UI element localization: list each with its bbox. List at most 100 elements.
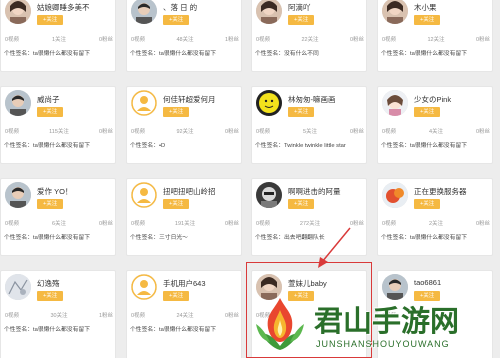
user-signature: 个性签名：•D bbox=[130, 143, 166, 149]
user-card[interactable]: 爱作 YO！ +关注 0视频 6关注 0粉丝 个性签名：ta很懒什么都没有留下 bbox=[0, 178, 116, 256]
person-photo-icon[interactable] bbox=[5, 90, 31, 116]
person-photo-icon[interactable] bbox=[131, 0, 157, 24]
user-card[interactable]: 林匆匆-嘛画画 +关注 0视频 5关注 0粉丝 个性签名：Twinkle twinkle … bbox=[251, 86, 367, 164]
follow-button[interactable]: +关注 bbox=[37, 107, 64, 117]
user-name[interactable]: 手机用户643 bbox=[163, 278, 206, 289]
follow-button[interactable]: +关注 bbox=[288, 107, 315, 117]
video-count: 0视频 bbox=[382, 37, 397, 43]
user-card[interactable]: 正在更换服务器 +关注 0视频 2关注 0粉丝 个性签名：ta很懒什么都没有留下 bbox=[377, 178, 493, 256]
default-avatar-icon[interactable] bbox=[131, 182, 157, 208]
girl-photo-icon[interactable] bbox=[256, 0, 282, 24]
video-count: 0视频 bbox=[131, 221, 146, 227]
user-name[interactable]: 少女のPink bbox=[414, 94, 451, 105]
follow-button[interactable]: +关注 bbox=[414, 199, 441, 209]
user-card[interactable]: 木小果 +关注 0视频 12关注 0粉丝 个性签名：ta很懒什么都没有留下 bbox=[377, 0, 493, 72]
user-name[interactable]: 、落 日 的 bbox=[163, 2, 197, 13]
user-card[interactable]: 姑娘卿睡多美不 +关注 0视频 1关注 0粉丝 个性签名：ta很懒什么都没有留下 bbox=[0, 0, 116, 72]
girl-photo-icon[interactable] bbox=[382, 0, 408, 24]
red-orange-icon[interactable] bbox=[382, 182, 408, 208]
default-avatar-icon[interactable] bbox=[131, 274, 157, 300]
fans-count: 0粉丝 bbox=[349, 221, 364, 227]
follow-button[interactable]: +关注 bbox=[163, 291, 190, 301]
user-card[interactable]: 何佳轩超爱何月 +关注 0视频 92关注 0粉丝 个性签名：•D bbox=[126, 86, 242, 164]
default-avatar-icon[interactable] bbox=[131, 90, 157, 116]
fans-count: 0粉丝 bbox=[98, 221, 113, 227]
user-name[interactable]: 扭吧扭吧山岭招 bbox=[163, 186, 216, 197]
flame-logo-icon bbox=[256, 298, 304, 350]
fans-count: 0粉丝 bbox=[475, 37, 490, 43]
following-count: 1关注 bbox=[51, 37, 67, 43]
user-name[interactable]: 阿滴吖 bbox=[288, 2, 311, 13]
user-card[interactable]: 阿滴吖 +关注 0视频 22关注 0粉丝 个性签名：没有什么不同 bbox=[251, 0, 367, 72]
video-count: 0视频 bbox=[256, 221, 271, 227]
watermark: 君山手游网 JUNSHANSHOUYOUWANG bbox=[248, 292, 500, 358]
girl-photo-icon[interactable] bbox=[5, 0, 31, 24]
following-count: 2关注 bbox=[428, 221, 444, 227]
user-stats: 0视频 2关注 0粉丝 bbox=[382, 219, 490, 227]
following-count: 22关注 bbox=[301, 37, 319, 43]
video-count: 0视频 bbox=[131, 37, 146, 43]
video-count: 0视频 bbox=[131, 129, 146, 135]
follow-button[interactable]: +关注 bbox=[37, 199, 64, 209]
user-name[interactable]: 姑娘卿睡多美不 bbox=[37, 2, 90, 13]
user-name[interactable]: 幻逸殇 bbox=[37, 278, 60, 289]
user-signature: 个性签名：出去吧翻翻队长 bbox=[255, 235, 325, 241]
user-stats: 0视频 1关注 0粉丝 bbox=[5, 35, 113, 43]
user-name[interactable]: 木小果 bbox=[414, 2, 437, 13]
video-count: 0视频 bbox=[131, 313, 146, 319]
fans-count: 0粉丝 bbox=[224, 313, 239, 319]
following-count: 6关注 bbox=[51, 221, 67, 227]
user-signature: 个性签名：ta很懒什么都没有留下 bbox=[4, 143, 90, 149]
follow-button[interactable]: +关注 bbox=[163, 107, 190, 117]
user-name[interactable]: tao6861 bbox=[414, 278, 441, 287]
user-stats: 0视频 5关注 0粉丝 bbox=[256, 127, 364, 135]
following-count: 5关注 bbox=[302, 129, 318, 135]
sketch-photo-icon[interactable] bbox=[5, 274, 31, 300]
user-card[interactable]: 少女のPink +关注 0视频 4关注 0粉丝 个性签名：ta很懒什么都没有留下 bbox=[377, 86, 493, 164]
user-name[interactable]: 林匆匆-嘛画画 bbox=[288, 94, 336, 105]
user-card[interactable]: 手机用户643 +关注 0视频 24关注 0粉丝 个性签名：ta很懒什么都没有留下 bbox=[126, 270, 242, 358]
user-stats: 0视频 22关注 0粉丝 bbox=[256, 35, 364, 43]
user-card[interactable]: 幻逸殇 +关注 0视频 30关注 1粉丝 个性签名：ta很懒什么都没有留下 bbox=[0, 270, 116, 358]
user-stats: 0视频 272关注 0粉丝 bbox=[256, 219, 364, 227]
follow-button[interactable]: +关注 bbox=[414, 107, 441, 117]
user-signature: 个性签名：ta很懒什么都没有留下 bbox=[381, 235, 467, 241]
fans-count: 0粉丝 bbox=[224, 221, 239, 227]
user-name[interactable]: 威尚子 bbox=[37, 94, 60, 105]
user-card[interactable]: 啊啊进击的阿量 +关注 0视频 272关注 0粉丝个性签名：出去吧翻翻队长 bbox=[251, 178, 367, 256]
video-count: 0视频 bbox=[256, 129, 271, 135]
fans-count: 1粉丝 bbox=[98, 313, 113, 319]
user-name[interactable]: 啊啊进击的阿量 bbox=[288, 186, 341, 197]
user-card[interactable]: 、落 日 的 +关注 0视频 48关注 1粉丝 个性签名：ta很懒什么都没有留下 bbox=[126, 0, 242, 72]
follow-button[interactable]: +关注 bbox=[414, 15, 441, 25]
fans-count: 1粉丝 bbox=[224, 37, 239, 43]
follow-button[interactable]: +关注 bbox=[37, 291, 64, 301]
user-card[interactable]: 扭吧扭吧山岭招 +关注 0视频 191关注 0粉丝 个性签名：三寸日光～ bbox=[126, 178, 242, 256]
fans-count: 0粉丝 bbox=[98, 129, 113, 135]
watermark-subtitle: JUNSHANSHOUYOUWANG bbox=[316, 339, 450, 349]
user-stats: 0视频 6关注 0粉丝 bbox=[5, 219, 113, 227]
user-name[interactable]: 何佳轩超爱何月 bbox=[163, 94, 216, 105]
user-card[interactable]: 威尚子 +关注 0视频 115关注 0粉丝 个性签名：ta很懒什么都没有留下 bbox=[0, 86, 116, 164]
user-stats: 0视频 12关注 0粉丝 bbox=[382, 35, 490, 43]
yellow-face-icon[interactable] bbox=[256, 90, 282, 116]
fans-count: 0粉丝 bbox=[349, 129, 364, 135]
mask-photo-icon[interactable] bbox=[256, 182, 282, 208]
user-signature: 个性签名：ta很懒什么都没有留下 bbox=[4, 327, 90, 333]
user-name[interactable]: 爱作 YO！ bbox=[37, 186, 72, 197]
follow-button[interactable]: +关注 bbox=[163, 15, 190, 25]
cartoon-girl-icon[interactable] bbox=[382, 90, 408, 116]
person-photo-icon[interactable] bbox=[5, 182, 31, 208]
following-count: 115关注 bbox=[49, 129, 69, 135]
follow-button[interactable]: +关注 bbox=[37, 15, 64, 25]
follow-button[interactable]: +关注 bbox=[288, 15, 315, 25]
user-name[interactable]: 正在更换服务器 bbox=[414, 186, 467, 197]
follow-button[interactable]: +关注 bbox=[163, 199, 190, 209]
following-count: 48关注 bbox=[176, 37, 194, 43]
video-count: 0视频 bbox=[256, 37, 271, 43]
user-name[interactable]: 萱妹儿baby bbox=[288, 278, 327, 289]
following-count: 12关注 bbox=[427, 37, 445, 43]
fans-count: 0粉丝 bbox=[349, 37, 364, 43]
following-count: 272关注 bbox=[299, 221, 321, 227]
follow-button[interactable]: +关注 bbox=[288, 199, 315, 209]
